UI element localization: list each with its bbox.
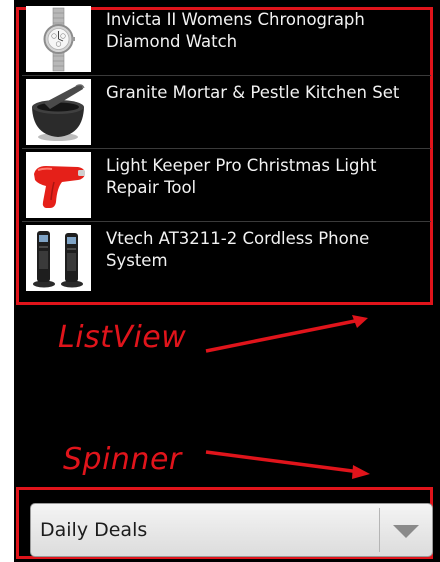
list-item[interactable]: Granite Mortar & Pestle Kitchen Set — [22, 76, 431, 149]
list-item[interactable]: Invicta II Womens Chronograph Diamond Wa… — [22, 3, 431, 76]
mortar-pestle-icon — [26, 79, 91, 145]
spinner-divider — [379, 508, 380, 552]
repair-tool-icon — [26, 152, 91, 218]
listview-annotation-arrow — [205, 315, 368, 353]
list-item[interactable]: Light Keeper Pro Christmas Light Repair … — [22, 149, 431, 222]
spinner-annotation-arrow — [205, 450, 370, 479]
watch-icon — [26, 6, 91, 72]
listview-annotation-label: ListView — [58, 320, 187, 355]
list-item-label: Light Keeper Pro Christmas Light Repair … — [106, 156, 377, 197]
cordless-phone-icon — [26, 225, 91, 291]
list-item[interactable]: Vtech AT3211-2 Cordless Phone System — [22, 222, 431, 295]
chevron-down-icon[interactable] — [393, 525, 419, 538]
list-item-label: Granite Mortar & Pestle Kitchen Set — [106, 83, 400, 102]
list-item-label: Vtech AT3211-2 Cordless Phone System — [106, 229, 370, 270]
spinner-annotation-label: Spinner — [63, 442, 182, 477]
list-item-label: Invicta II Womens Chronograph Diamond Wa… — [106, 10, 365, 51]
deals-spinner[interactable]: Daily Deals — [30, 503, 433, 557]
spinner-selected-value: Daily Deals — [40, 519, 148, 541]
